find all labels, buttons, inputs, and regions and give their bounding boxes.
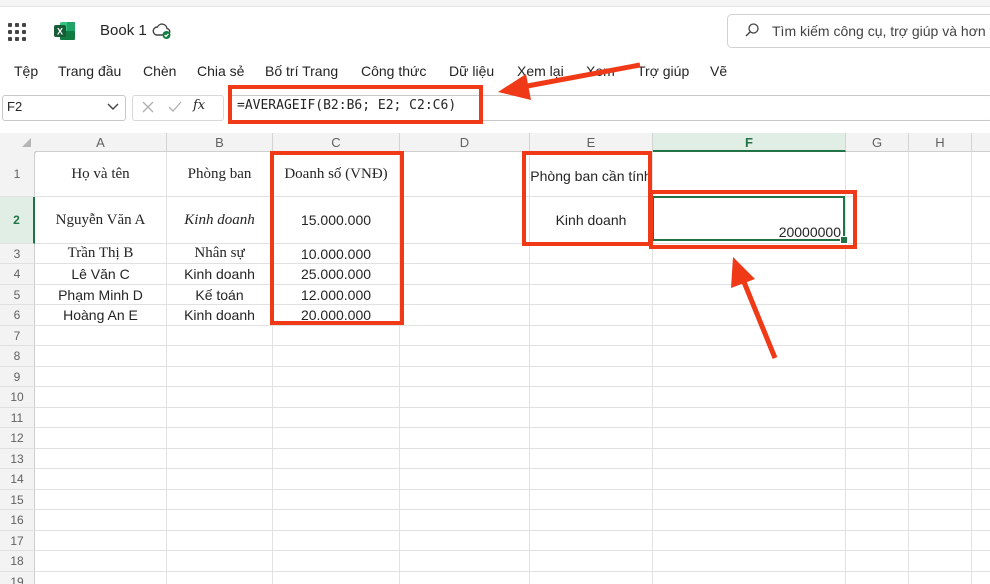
svg-text:X: X xyxy=(57,27,63,37)
tab-view[interactable]: Xem xyxy=(586,63,615,79)
annotation-box-result xyxy=(649,190,857,249)
column-header-f[interactable]: F xyxy=(653,133,846,152)
row-header-14[interactable]: 14 xyxy=(0,469,35,490)
row-header-11[interactable]: 11 xyxy=(0,408,35,428)
cell-b4[interactable]: Kinh doanh xyxy=(167,264,272,284)
gridline xyxy=(35,386,990,387)
gridline xyxy=(35,448,990,449)
search-placeholder: Tìm kiếm công cụ, trợ giúp và hơn t xyxy=(772,23,990,39)
tab-formulas[interactable]: Công thức xyxy=(361,63,426,79)
cell-b2[interactable]: Kinh doanh xyxy=(167,197,272,243)
cell-b3[interactable]: Nhân sự xyxy=(167,244,272,263)
cell-a5[interactable]: Phạm Minh D xyxy=(35,285,166,304)
name-box-value: F2 xyxy=(7,99,23,114)
search-icon xyxy=(745,23,759,37)
tab-help[interactable]: Trợ giúp xyxy=(637,63,689,79)
row-header-6[interactable]: 6 xyxy=(0,305,35,326)
tab-data[interactable]: Dữ liệu xyxy=(449,63,494,79)
row-header-15[interactable]: 15 xyxy=(0,490,35,510)
row-header-3[interactable]: 3 xyxy=(0,244,35,264)
row-header-17[interactable]: 17 xyxy=(0,531,35,551)
column-header-a[interactable]: A xyxy=(35,133,167,152)
gridline xyxy=(35,550,990,551)
column-header-e[interactable]: E xyxy=(530,133,653,152)
cell-a2[interactable]: Nguyễn Văn A xyxy=(35,197,166,243)
tab-review[interactable]: Xem lại xyxy=(517,63,564,79)
chevron-down-icon[interactable] xyxy=(107,101,119,111)
gridline xyxy=(971,152,972,584)
cell-a6[interactable]: Hoàng An E xyxy=(35,305,166,325)
tab-file[interactable]: Tệp xyxy=(14,63,38,79)
excel-icon[interactable]: X xyxy=(54,21,76,41)
row-header-7[interactable]: 7 xyxy=(0,326,35,346)
insert-function-button[interactable]: fx xyxy=(193,98,205,113)
document-title[interactable]: Book 1 xyxy=(100,22,147,39)
row-header-1[interactable]: 1 xyxy=(0,152,35,197)
column-header-b[interactable]: B xyxy=(167,133,273,152)
cloud-saved-icon[interactable] xyxy=(152,22,172,40)
gridline xyxy=(35,366,990,367)
app-launcher-icon[interactable] xyxy=(8,23,26,41)
gridline xyxy=(35,509,990,510)
gridline xyxy=(908,152,909,584)
cell-a1[interactable]: Họ và tên xyxy=(35,152,166,196)
row-header-9[interactable]: 9 xyxy=(0,367,35,387)
gridline xyxy=(35,571,990,572)
row-header-10[interactable]: 10 xyxy=(0,387,35,408)
tab-page-layout[interactable]: Bố trí Trang xyxy=(265,63,338,79)
cell-b5[interactable]: Kế toán xyxy=(167,285,272,304)
gridline xyxy=(35,530,990,531)
annotation-box-criteria xyxy=(522,151,652,246)
select-all-triangle-icon xyxy=(22,138,31,147)
column-header-next[interactable] xyxy=(972,133,990,152)
window-top-edge xyxy=(0,0,990,7)
row-header-16[interactable]: 16 xyxy=(0,510,35,531)
cell-a4[interactable]: Lê Văn C xyxy=(35,264,166,284)
tab-share[interactable]: Chia sẻ xyxy=(197,63,244,79)
row-header-8[interactable]: 8 xyxy=(0,346,35,367)
tab-draw[interactable]: Vẽ xyxy=(710,63,727,79)
column-header-h[interactable]: H xyxy=(909,133,972,152)
row-header-4[interactable]: 4 xyxy=(0,264,35,285)
row-header-19[interactable]: 19 xyxy=(0,572,35,584)
gridline xyxy=(35,345,990,346)
annotation-box-sales xyxy=(270,151,404,325)
cell-b1[interactable]: Phòng ban xyxy=(167,152,272,196)
confirm-icon[interactable] xyxy=(168,101,182,113)
row-header-5[interactable]: 5 xyxy=(0,285,35,305)
gridline xyxy=(35,407,990,408)
gridline xyxy=(35,427,990,428)
annotation-box-formula xyxy=(228,85,483,124)
tab-home[interactable]: Trang đầu xyxy=(58,63,121,79)
gridline xyxy=(35,468,990,469)
row-header-12[interactable]: 12 xyxy=(0,428,35,449)
gridline xyxy=(35,325,990,326)
row-header-18[interactable]: 18 xyxy=(0,551,35,572)
column-header-c[interactable]: C xyxy=(273,133,400,152)
row-header-2[interactable]: 2 xyxy=(0,197,35,244)
cancel-icon[interactable] xyxy=(142,101,154,113)
column-header-d[interactable]: D xyxy=(400,133,530,152)
tab-insert[interactable]: Chèn xyxy=(143,63,176,79)
cell-a3[interactable]: Trần Thị B xyxy=(35,244,166,263)
gridline xyxy=(35,489,990,490)
column-header-g[interactable]: G xyxy=(846,133,909,152)
cell-b6[interactable]: Kinh doanh xyxy=(167,305,272,325)
row-header-13[interactable]: 13 xyxy=(0,449,35,469)
